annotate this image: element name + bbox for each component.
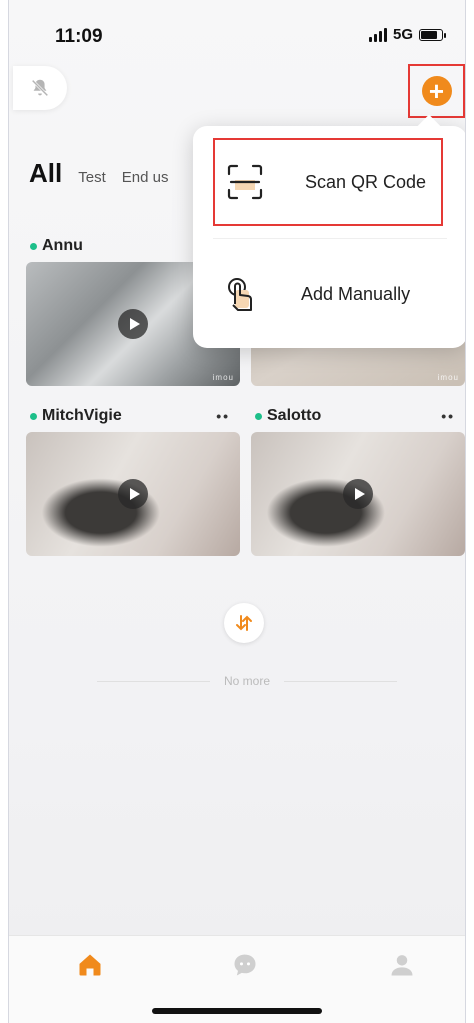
message-icon — [234, 954, 256, 976]
device-card-header: MitchVigie •• — [26, 400, 240, 432]
nav-profile[interactable] — [387, 950, 417, 980]
battery-icon — [419, 28, 446, 41]
more-options-icon[interactable]: •• — [441, 408, 455, 424]
add-device-button[interactable]: + — [408, 64, 465, 118]
more-options-icon[interactable]: •• — [216, 408, 230, 424]
camera-thumbnail[interactable] — [251, 432, 465, 556]
list-end-indicator: No more — [97, 674, 398, 688]
play-icon[interactable] — [343, 479, 373, 509]
camera-thumbnail[interactable] — [26, 432, 240, 556]
add-manually-label: Add Manually — [301, 283, 411, 304]
play-icon[interactable] — [118, 479, 148, 509]
add-device-menu: Scan QR Code Add Manually — [193, 126, 465, 348]
menu-divider — [213, 238, 447, 239]
sort-arrows-icon — [236, 615, 252, 631]
divider — [284, 680, 398, 682]
status-indicators: 5G — [368, 26, 446, 43]
mute-alerts-button[interactable] — [13, 66, 67, 110]
nav-home[interactable] — [75, 950, 105, 980]
device-name: Salotto — [267, 407, 322, 424]
online-status-dot — [30, 242, 37, 250]
online-status-dot — [30, 412, 37, 420]
watermark: imou — [212, 373, 234, 382]
device-card-mitchvigie[interactable]: MitchVigie •• — [26, 400, 240, 556]
status-time: 11:09 — [55, 26, 103, 47]
app-screen: 11:09 5G + All Test End us Annu imou imo… — [8, 0, 466, 1023]
device-name: Annu — [42, 237, 83, 254]
home-indicator — [152, 1008, 322, 1014]
tab-all[interactable]: All — [29, 158, 62, 189]
device-card-salotto[interactable]: Salotto •• — [251, 400, 465, 556]
play-icon[interactable] — [118, 309, 148, 339]
group-tabs: All Test End us — [29, 158, 168, 189]
tap-hand-icon — [228, 278, 252, 311]
home-icon — [79, 954, 101, 976]
plus-icon: + — [421, 76, 452, 106]
online-status-dot — [255, 412, 262, 420]
profile-icon — [391, 955, 413, 976]
network-label: 5G — [392, 26, 413, 43]
no-more-label: No more — [224, 674, 271, 688]
device-name: MitchVigie — [42, 407, 122, 424]
divider — [97, 680, 210, 682]
sort-button[interactable] — [224, 603, 264, 643]
watermark: imou — [437, 373, 459, 382]
nav-messages[interactable] — [230, 950, 260, 980]
add-manually-option[interactable]: Add Manually — [211, 264, 451, 324]
bell-off-icon — [31, 79, 49, 97]
scan-qr-code-option[interactable]: Scan QR Code — [213, 138, 443, 226]
qr-scan-icon — [227, 164, 263, 200]
scan-qr-code-label: Scan QR Code — [305, 171, 427, 192]
tab-test[interactable]: Test — [78, 169, 106, 186]
device-card-header: Salotto •• — [251, 400, 465, 432]
signal-icon — [368, 27, 387, 42]
tab-end-us[interactable]: End us — [122, 169, 169, 186]
